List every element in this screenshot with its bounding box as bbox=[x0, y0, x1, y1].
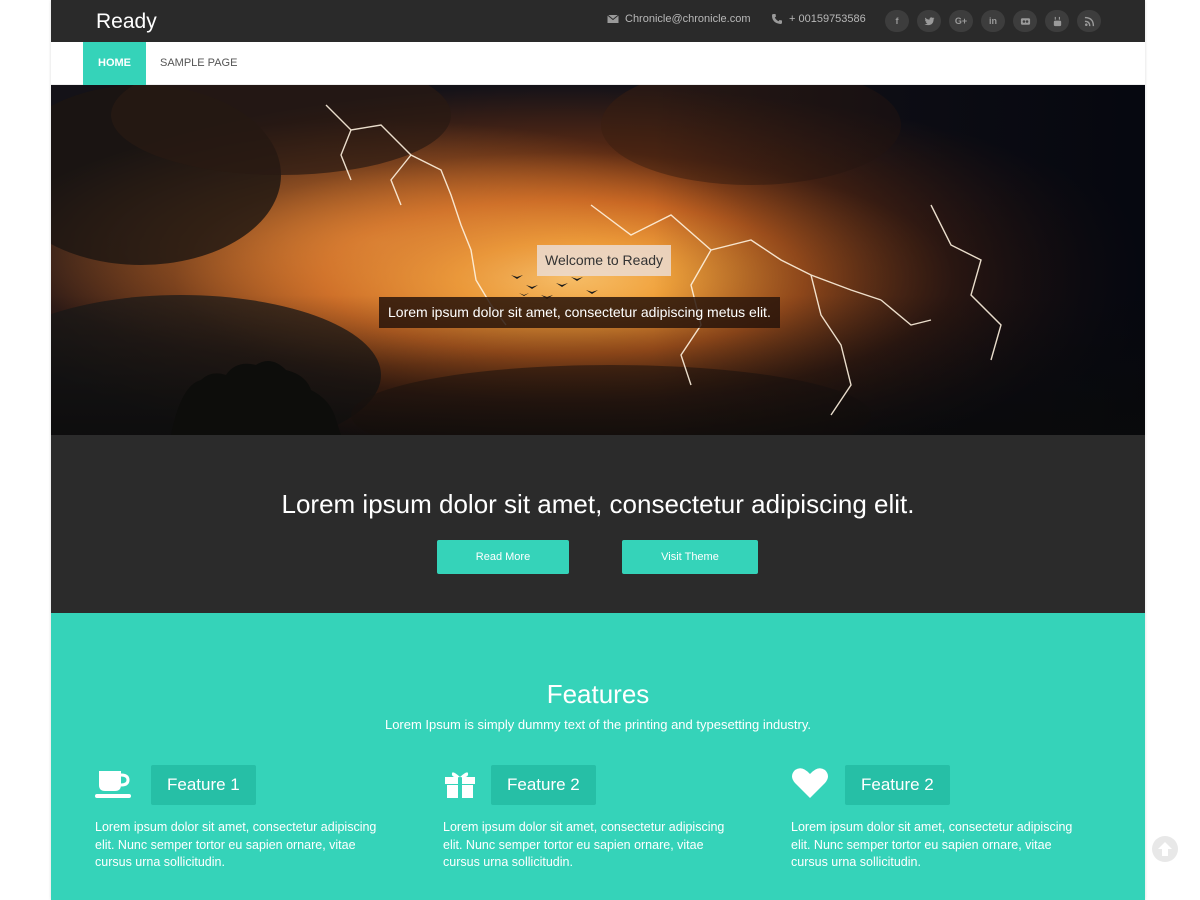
facebook-icon[interactable]: f bbox=[885, 10, 909, 32]
contact-phone-text: + 00159753586 bbox=[789, 13, 866, 25]
read-more-button[interactable]: Read More bbox=[437, 540, 569, 574]
envelope-icon bbox=[607, 14, 619, 23]
nav-item-sample-page[interactable]: SAMPLE PAGE bbox=[160, 42, 237, 85]
feature-description: Lorem ipsum dolor sit amet, consectetur … bbox=[443, 820, 725, 869]
feature-label[interactable]: Feature 2 bbox=[491, 765, 596, 805]
contact-email-text[interactable]: Chronicle@chronicle.com bbox=[625, 13, 751, 25]
contact-email: Chronicle@chronicle.com bbox=[607, 13, 751, 25]
youtube-icon[interactable] bbox=[1045, 10, 1069, 32]
google-plus-icon[interactable]: G+ bbox=[949, 10, 973, 32]
hero-caption-text: Lorem ipsum dolor sit amet, consectetur … bbox=[379, 297, 780, 328]
rss-icon[interactable] bbox=[1077, 10, 1101, 32]
feature-description: Lorem ipsum dolor sit amet, consectetur … bbox=[791, 820, 1073, 869]
contact-phone: + 00159753586 bbox=[771, 13, 866, 25]
top-bar: Ready Chronicle@chronicle.com + 00159753… bbox=[51, 0, 1145, 42]
linkedin-icon[interactable]: in bbox=[981, 10, 1005, 32]
feature-label[interactable]: Feature 1 bbox=[151, 765, 256, 805]
scroll-to-top-button[interactable] bbox=[1152, 836, 1178, 862]
twitter-icon[interactable] bbox=[917, 10, 941, 32]
features-subtitle: Lorem Ipsum is simply dummy text of the … bbox=[384, 717, 812, 732]
banner-heading: Lorem ipsum dolor sit amet, consectetur … bbox=[281, 489, 915, 519]
feature-item: Feature 2 Lorem ipsum dolor sit amet, co… bbox=[791, 763, 1091, 883]
feature-description: Lorem ipsum dolor sit amet, consectetur … bbox=[95, 820, 377, 869]
feature-item: Feature 2 Lorem ipsum dolor sit amet, co… bbox=[443, 763, 743, 883]
page: Ready Chronicle@chronicle.com + 00159753… bbox=[51, 0, 1145, 900]
features-section: Features Lorem Ipsum is simply dummy tex… bbox=[51, 613, 1145, 900]
arrow-up-icon bbox=[1158, 842, 1172, 856]
hero-slider[interactable]: Welcome to Ready Lorem ipsum dolor sit a… bbox=[51, 85, 1145, 435]
call-to-action-banner: Lorem ipsum dolor sit amet, consectetur … bbox=[51, 435, 1145, 613]
flickr-icon[interactable] bbox=[1013, 10, 1037, 32]
feature-item: Feature 1 Lorem ipsum dolor sit amet, co… bbox=[95, 763, 395, 883]
main-navigation: HOME SAMPLE PAGE bbox=[51, 42, 1145, 85]
heart-icon bbox=[791, 767, 829, 799]
nav-item-home[interactable]: HOME bbox=[83, 42, 146, 85]
features-title: Features bbox=[546, 679, 650, 709]
site-title[interactable]: Ready bbox=[96, 10, 157, 34]
gift-icon bbox=[443, 767, 481, 799]
coffee-cup-icon bbox=[95, 767, 133, 799]
social-links: f G+ in bbox=[885, 10, 1101, 32]
phone-icon bbox=[772, 14, 782, 24]
hero-caption-title: Welcome to Ready bbox=[537, 245, 672, 276]
visit-theme-button[interactable]: Visit Theme bbox=[622, 540, 758, 574]
feature-label[interactable]: Feature 2 bbox=[845, 765, 950, 805]
